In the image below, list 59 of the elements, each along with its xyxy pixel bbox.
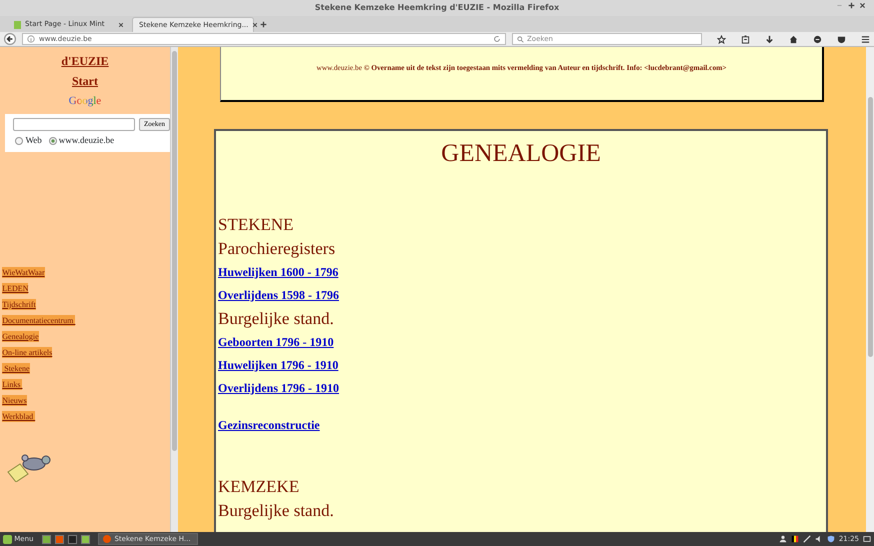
nav-link[interactable]: Nieuws	[2, 394, 27, 406]
section-heading: Parochieregisters	[218, 238, 336, 260]
flag-icon[interactable]	[790, 535, 799, 543]
window-title: Stekene Kemzeke Heemkring d'EUZIE - Mozilla Firefox	[314, 2, 560, 14]
page-heading: GENEALOGIE	[440, 139, 602, 169]
home-icon[interactable]	[789, 34, 798, 44]
pocket-icon[interactable]	[837, 34, 846, 44]
info-icon	[27, 35, 35, 43]
search-input[interactable]	[13, 118, 134, 131]
record-link[interactable]: Geboorten 1796 - 1910	[218, 334, 334, 348]
record-link[interactable]: Gezinsreconstructie	[218, 418, 320, 432]
star-icon[interactable]	[717, 34, 726, 44]
nav-link[interactable]: Stekene	[2, 362, 30, 374]
nav-link[interactable]: Werkblad	[2, 410, 36, 422]
section-heading: Burgelijke stand.	[218, 500, 335, 522]
reload-icon[interactable]	[493, 35, 501, 43]
section-heading: Burgelijke stand.	[218, 308, 335, 330]
site-title-link[interactable]: d'EUZIE	[61, 54, 109, 68]
start-link[interactable]: Start	[72, 74, 98, 88]
radio-label: www.deuzie.be	[58, 134, 114, 147]
record-link[interactable]: Overlijdens 1598 - 1796	[218, 288, 339, 302]
notification-icon[interactable]	[863, 535, 871, 543]
radio-button[interactable]	[48, 136, 57, 145]
clipboard-icon[interactable]	[741, 34, 750, 44]
nav-link[interactable]: WieWatWaar	[2, 266, 45, 278]
scrollbar-thumb[interactable]	[868, 97, 872, 357]
mail-mouse-drawing	[6, 452, 52, 482]
radio-button[interactable]	[15, 136, 24, 145]
page-icon	[14, 20, 21, 28]
mint-icon	[3, 534, 12, 544]
record-link[interactable]: Huwelijken 1600 - 1796	[218, 264, 338, 278]
browser-icon[interactable]	[54, 534, 64, 544]
browser-icon	[103, 535, 112, 543]
nav-link[interactable]: Tijdschrift	[2, 298, 36, 310]
nav-link[interactable]: Documentatiecentrum	[2, 314, 76, 326]
new-tab-icon[interactable]	[260, 21, 267, 28]
section-heading: STEKENE	[218, 214, 295, 236]
chat-icon[interactable]	[813, 34, 822, 44]
radio-label: Web	[26, 134, 42, 147]
back-icon[interactable]	[4, 33, 16, 45]
download-icon[interactable]	[765, 34, 774, 44]
nav-link[interactable]: On-line artikels	[2, 346, 52, 358]
nav-link[interactable]: Links	[2, 378, 22, 390]
record-link[interactable]: Overlijdens 1796 - 1910	[218, 380, 339, 394]
close-icon[interactable]	[859, 2, 866, 9]
close-icon[interactable]	[118, 22, 124, 28]
scrollbar-thumb[interactable]	[172, 51, 177, 451]
record-link[interactable]: Huwelijken 1796 - 1910	[218, 358, 338, 372]
volume-icon[interactable]	[814, 535, 823, 543]
section-heading: KEMZEKE	[218, 476, 300, 498]
shield-icon[interactable]	[826, 535, 835, 543]
search-icon	[517, 36, 524, 42]
user-icon[interactable]	[778, 535, 787, 543]
menu-icon[interactable]	[861, 34, 870, 44]
nav-link[interactable]: Genealogie	[2, 330, 39, 342]
search-logo: Google	[68, 94, 102, 106]
close-icon[interactable]	[252, 22, 258, 28]
maximize-icon[interactable]	[848, 2, 854, 9]
terminal-icon[interactable]	[68, 534, 77, 544]
